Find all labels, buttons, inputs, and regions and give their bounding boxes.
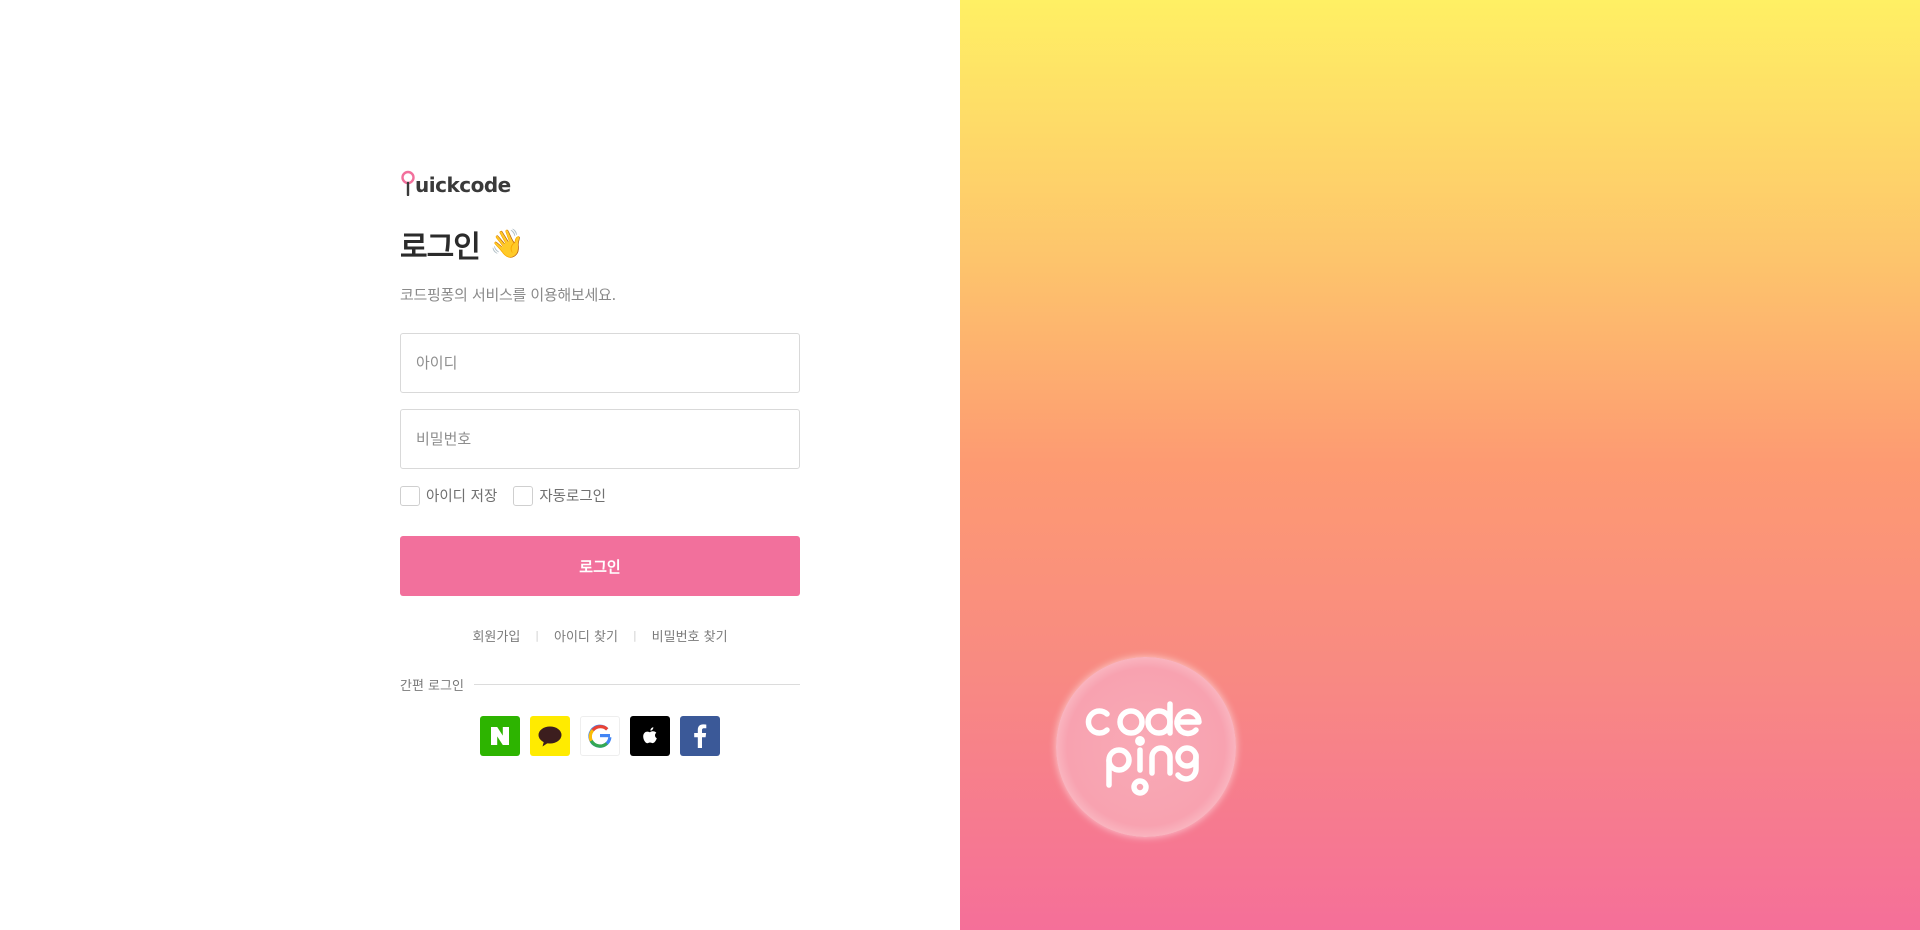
social-login-buttons — [400, 716, 800, 756]
auto-login-box[interactable] — [513, 485, 534, 506]
login-panel: uickcode 로그인 👋 코드핑퐁의 서비스를 이용해보세요. 아이디 저장… — [0, 0, 960, 930]
remember-id-checkbox[interactable]: 아이디 저장 — [400, 485, 497, 506]
login-button[interactable]: 로그인 — [400, 536, 800, 596]
password-input[interactable] — [416, 430, 784, 448]
google-login-button[interactable] — [580, 716, 620, 756]
password-field[interactable] — [400, 409, 800, 469]
simple-login-divider: 간편 로그인 — [400, 675, 800, 694]
google-icon — [588, 724, 612, 748]
naver-login-button[interactable] — [480, 716, 520, 756]
signup-link[interactable]: 회원가입 — [472, 626, 520, 645]
waving-hand-icon: 👋 — [489, 227, 525, 260]
find-id-link[interactable]: 아이디 찾기 — [554, 626, 618, 645]
page-subtitle: 코드핑퐁의 서비스를 이용해보세요. — [400, 286, 616, 304]
apple-icon — [643, 727, 657, 744]
apple-login-button[interactable] — [630, 716, 670, 756]
facebook-icon — [694, 724, 707, 748]
auto-login-label: 자동로그인 — [539, 489, 607, 505]
auto-login-checkbox[interactable]: 자동로그인 — [513, 485, 606, 506]
login-options: 아이디 저장 자동로그인 — [400, 485, 800, 506]
simple-login-label: 간편 로그인 — [400, 679, 464, 694]
quickcode-logo[interactable]: uickcode — [400, 166, 800, 196]
kakao-icon — [538, 726, 562, 747]
logo-q-pin-icon — [401, 170, 415, 196]
remember-id-box[interactable] — [400, 485, 420, 506]
codeping-logo-icon — [1085, 701, 1202, 796]
facebook-login-button[interactable] — [680, 716, 720, 756]
find-password-link[interactable]: 비밀번호 찾기 — [652, 626, 728, 645]
title-text: 로그인 — [400, 230, 481, 265]
divider-line — [473, 684, 800, 685]
id-field[interactable] — [400, 333, 800, 393]
link-separator: | — [535, 629, 539, 642]
remember-id-label: 아이디 저장 — [426, 489, 498, 505]
logo-text: uickcode — [415, 173, 511, 197]
login-form: uickcode 로그인 👋 코드핑퐁의 서비스를 이용해보세요. 아이디 저장… — [400, 166, 800, 756]
codeping-badge — [1056, 657, 1236, 837]
id-input[interactable] — [416, 354, 784, 372]
link-separator: | — [632, 629, 637, 642]
page-title: 로그인 👋 — [400, 222, 800, 266]
account-links: 회원가입 | 아이디 찾기 | 비밀번호 찾기 — [400, 626, 800, 645]
naver-icon — [491, 727, 509, 745]
kakao-login-button[interactable] — [530, 716, 570, 756]
